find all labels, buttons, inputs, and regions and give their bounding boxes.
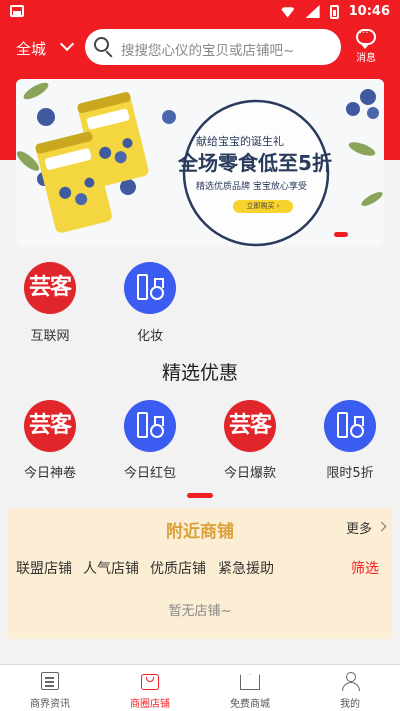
more-link[interactable]: 更多 [346, 518, 372, 537]
tab-emergency-aid[interactable]: 紧急援助 [218, 558, 274, 578]
nearby-title: 附近商铺 [166, 522, 234, 542]
chevron-down-icon[interactable] [59, 36, 75, 52]
yun-ke-icon: 芸客 [24, 400, 76, 452]
tab-popular-shops[interactable]: 人气店铺 [83, 558, 139, 578]
chat-bubble-icon [356, 26, 376, 49]
tab-profile[interactable]: 我的 [300, 665, 400, 711]
yun-ke-icon: 芸客 [24, 262, 76, 314]
featured-label: 今日红包 [123, 466, 176, 481]
banner-headline: 全场零食低至5折 [178, 151, 332, 175]
status-bar: 10:46 [0, 0, 400, 24]
status-time: 10:46 [348, 4, 390, 19]
promo-banner[interactable]: 献给宝宝的诞生礼 全场零食低至5折 精选优质品牌 宝宝放心享受 立即购买 › [16, 79, 384, 247]
banner-buy-button[interactable]: 立即购买 › [233, 200, 293, 213]
wifi-icon [279, 7, 296, 18]
tab-free-mall[interactable]: 免费商城 [200, 665, 300, 711]
bottom-tab-bar: 商界资讯 商圈店铺 免费商城 我的 [0, 664, 400, 711]
cosmetics-icon [124, 400, 176, 452]
city-selector[interactable]: 全城 [16, 38, 46, 59]
user-icon [341, 672, 360, 691]
tab-quality-shops[interactable]: 优质店铺 [150, 558, 206, 578]
featured-title: 精选优惠 [161, 362, 238, 384]
cosmetics-icon [324, 400, 376, 452]
search-bar[interactable]: 搜搜您心仪的宝贝或店铺吧~ [85, 29, 341, 65]
tab-alliance-shops[interactable]: 联盟店铺 [16, 558, 72, 578]
cosmetics-icon [124, 262, 176, 314]
featured-page-indicator [187, 493, 213, 498]
banner-indicator-dot [334, 232, 348, 237]
nearby-shops-panel: 附近商铺 更多 联盟店铺 人气店铺 优质店铺 紧急援助 筛选 暂无店铺~ [8, 508, 392, 639]
top-header: 全城 搜搜您心仪的宝贝或店铺吧~ 消息 [0, 24, 400, 72]
featured-label: 今日爆款 [223, 466, 276, 481]
gallery-notification-icon [10, 5, 24, 17]
yun-ke-icon: 芸客 [224, 400, 276, 452]
tab-shops[interactable]: 商圈店铺 [100, 665, 200, 711]
battery-icon [329, 4, 339, 19]
crown-icon [240, 674, 260, 690]
tab-label: 免费商城 [230, 699, 270, 710]
tab-label: 商圈店铺 [130, 699, 170, 710]
message-label: 消息 [356, 53, 376, 64]
category-label: 化妆 [136, 329, 163, 344]
shop-bag-icon [141, 674, 159, 690]
category-label: 互联网 [30, 329, 70, 344]
news-icon [41, 672, 59, 690]
search-input[interactable]: 搜搜您心仪的宝贝或店铺吧~ [121, 39, 294, 59]
filter-button[interactable]: 筛选 [351, 558, 379, 578]
banner-sub-line: 精选优质品牌 宝宝放心享受 [196, 182, 307, 192]
search-icon [94, 37, 109, 52]
featured-label: 今日神卷 [23, 466, 76, 481]
tab-label: 我的 [340, 699, 360, 710]
message-button[interactable]: 消息 [352, 26, 380, 64]
featured-label: 限时5折 [326, 466, 374, 481]
tab-label: 商界资讯 [30, 699, 70, 710]
empty-state-text: 暂无店铺~ [168, 604, 232, 619]
tab-business-news[interactable]: 商界资讯 [0, 665, 100, 711]
signal-icon [305, 5, 320, 18]
